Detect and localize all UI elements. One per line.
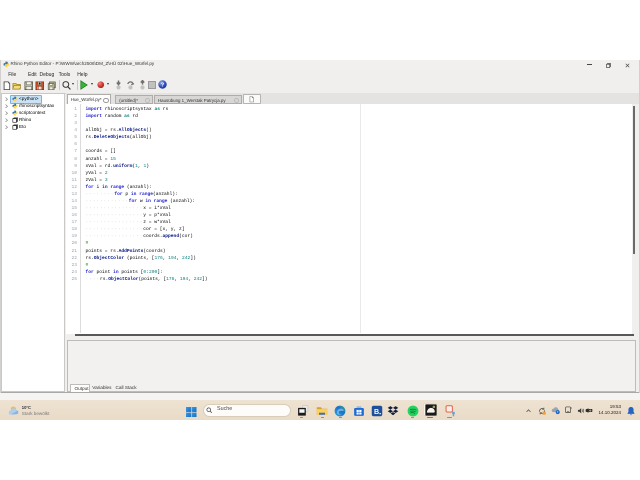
svg-text:?: ? (161, 82, 165, 88)
svg-text:B: B (374, 407, 379, 415)
